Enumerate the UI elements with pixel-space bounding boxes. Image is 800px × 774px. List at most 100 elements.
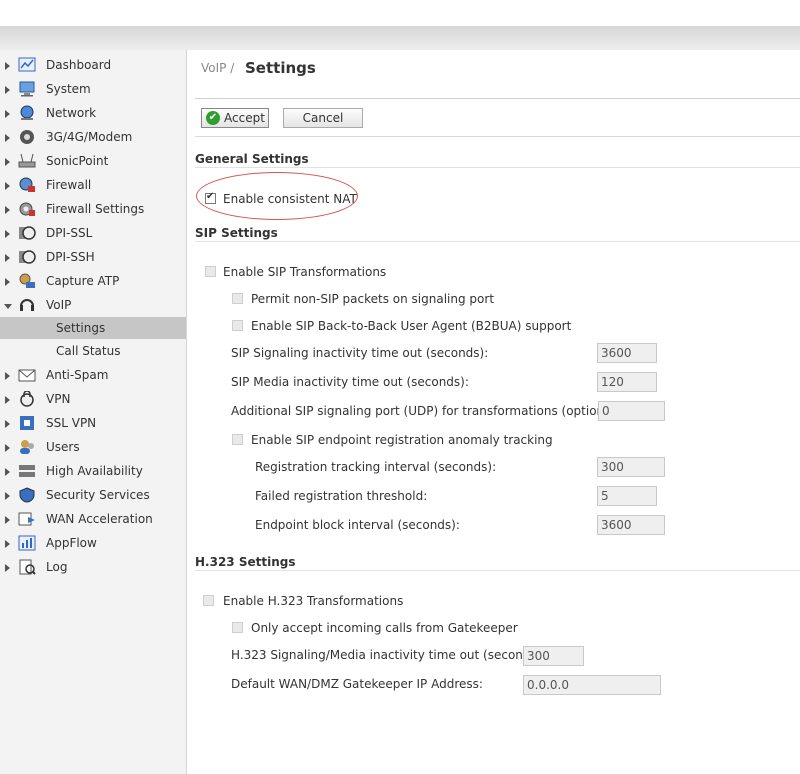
sidebar-item-security-services[interactable]: Security Services — [0, 484, 186, 508]
failed-threshold-input[interactable]: 5 — [597, 486, 657, 506]
section-divider — [195, 167, 800, 168]
sidebar-item-firewall[interactable]: Firewall — [0, 174, 186, 198]
breadcrumb[interactable]: VoIP / — [201, 61, 234, 75]
expand-arrow-icon — [5, 86, 10, 94]
h323-timeout-label: H.323 Signaling/Media inactivity time ou… — [231, 648, 546, 662]
firewall-settings-icon — [19, 202, 35, 216]
sidebar-item-dpi-ssh[interactable]: DPI-SSH — [0, 246, 186, 270]
udp-port-input[interactable]: 0 — [598, 401, 665, 421]
top-banner — [0, 0, 800, 26]
header-band — [0, 26, 800, 50]
gatekeeper-only-checkbox[interactable] — [232, 622, 243, 633]
anomaly-tracking-label: Enable SIP endpoint registration anomaly… — [251, 433, 553, 447]
wan-acceleration-icon — [18, 512, 35, 526]
sidebar-item-system[interactable]: System — [0, 78, 186, 102]
checkmark-icon: ✔ — [206, 111, 220, 125]
media-timeout-label: SIP Media inactivity time out (seconds): — [231, 375, 469, 389]
sidebar-item-label: Anti-Spam — [46, 368, 109, 382]
vpn-icon — [20, 391, 34, 407]
sidebar-item-label: System — [46, 82, 91, 96]
section-divider — [195, 241, 800, 242]
voip-icon — [20, 299, 34, 311]
anomaly-tracking-checkbox[interactable] — [232, 434, 243, 445]
sidebar-item-label: DPI-SSH — [46, 250, 95, 264]
sidebar-subitem-label: Call Status — [56, 344, 121, 358]
sidebar-item-label: WAN Acceleration — [46, 512, 153, 526]
expand-arrow-icon — [5, 516, 10, 524]
sidebar-item-wan-acceleration[interactable]: WAN Acceleration — [0, 508, 186, 532]
sidebar-item-label: Capture ATP — [46, 274, 120, 288]
expand-arrow-icon — [5, 444, 10, 452]
dashboard-icon — [18, 57, 36, 72]
sidebar-item-label: Security Services — [46, 488, 150, 502]
expand-arrow-icon — [5, 278, 10, 286]
section-title-sip: SIP Settings — [195, 226, 278, 240]
expand-arrow-icon — [5, 254, 10, 262]
sidebar-item-label: Users — [46, 440, 80, 454]
sidebar-item-capture-atp[interactable]: Capture ATP — [0, 270, 186, 294]
ssl-vpn-icon — [20, 416, 34, 430]
appflow-icon — [18, 535, 36, 551]
main-content: VoIP / Settings ✔ Accept Cancel General … — [187, 50, 800, 774]
sip-transformations-checkbox[interactable] — [205, 266, 216, 277]
network-icon — [20, 105, 34, 120]
sidebar-item-log[interactable]: Log — [0, 556, 186, 580]
sidebar-item-firewall-settings[interactable]: Firewall Settings — [0, 198, 186, 222]
expand-arrow-icon — [5, 468, 10, 476]
sidebar-item-voip[interactable]: VoIP — [0, 294, 186, 318]
firewall-icon — [19, 177, 35, 192]
anti-spam-icon — [18, 369, 36, 382]
highlight-annotation-ellipse — [196, 172, 358, 220]
sidebar-item-vpn[interactable]: VPN — [0, 388, 186, 412]
section-divider — [195, 570, 800, 571]
sidebar-item-users[interactable]: Users — [0, 436, 186, 460]
sidebar-item-ssl-vpn[interactable]: SSL VPN — [0, 412, 186, 436]
b2bua-label: Enable SIP Back-to-Back User Agent (B2BU… — [251, 319, 572, 333]
block-interval-input[interactable]: 3600 — [597, 515, 665, 535]
system-icon — [19, 81, 35, 97]
expand-arrow-icon — [5, 492, 10, 500]
sidebar-subitem-label: Settings — [56, 321, 106, 335]
sidebar-item-label: 3G/4G/Modem — [46, 130, 133, 144]
signaling-timeout-input[interactable]: 3600 — [597, 343, 657, 363]
sidebar-subitem-call-status[interactable]: Call Status — [0, 340, 186, 362]
h323-timeout-input[interactable]: 300 — [523, 646, 584, 666]
b2bua-checkbox[interactable] — [232, 320, 243, 331]
gatekeeper-only-label: Only accept incoming calls from Gatekeep… — [251, 621, 518, 635]
high-availability-icon — [19, 465, 35, 477]
dpi-ssh-icon — [19, 250, 36, 264]
sidebar-item-high-availability[interactable]: High Availability — [0, 460, 186, 484]
accept-button[interactable]: ✔ Accept — [201, 108, 269, 128]
media-timeout-input[interactable]: 120 — [597, 372, 657, 392]
sidebar-item-label: Firewall — [46, 178, 92, 192]
block-interval-label: Endpoint block interval (seconds): — [255, 518, 460, 532]
sidebar-item-anti-spam[interactable]: Anti-Spam — [0, 364, 186, 388]
permit-non-sip-checkbox[interactable] — [232, 293, 243, 304]
cropped-header-text — [100, 0, 340, 4]
sidebar-subitem-settings[interactable]: Settings — [0, 317, 186, 339]
sidebar-item-dashboard[interactable]: Dashboard — [0, 54, 186, 78]
gatekeeper-ip-input[interactable]: 0.0.0.0 — [523, 675, 661, 695]
divider — [195, 98, 800, 99]
cancel-button[interactable]: Cancel — [283, 108, 363, 128]
expand-arrow-icon — [5, 206, 10, 214]
sidebar-item-label: AppFlow — [46, 536, 97, 550]
modem-icon — [20, 130, 34, 144]
sidebar-item-label: VPN — [46, 392, 71, 406]
expand-arrow-icon — [5, 182, 10, 190]
h323-transformations-checkbox[interactable] — [203, 595, 214, 606]
users-icon — [20, 440, 34, 454]
expand-arrow-icon — [5, 396, 10, 404]
divider — [195, 136, 800, 137]
sidebar-item-dpi-ssl[interactable]: DPI-SSL — [0, 222, 186, 246]
accept-button-label: Accept — [224, 111, 265, 125]
expand-arrow-icon — [5, 110, 10, 118]
expand-arrow-icon — [5, 230, 10, 238]
sidebar-item-modem[interactable]: 3G/4G/Modem — [0, 126, 186, 150]
sidebar-item-network[interactable]: Network — [0, 102, 186, 126]
section-title-general: General Settings — [195, 152, 309, 166]
tracking-interval-input[interactable]: 300 — [597, 457, 665, 477]
sidebar-item-appflow[interactable]: AppFlow — [0, 532, 186, 556]
sidebar-item-sonicpoint[interactable]: SonicPoint — [0, 150, 186, 174]
section-title-h323: H.323 Settings — [195, 555, 296, 569]
